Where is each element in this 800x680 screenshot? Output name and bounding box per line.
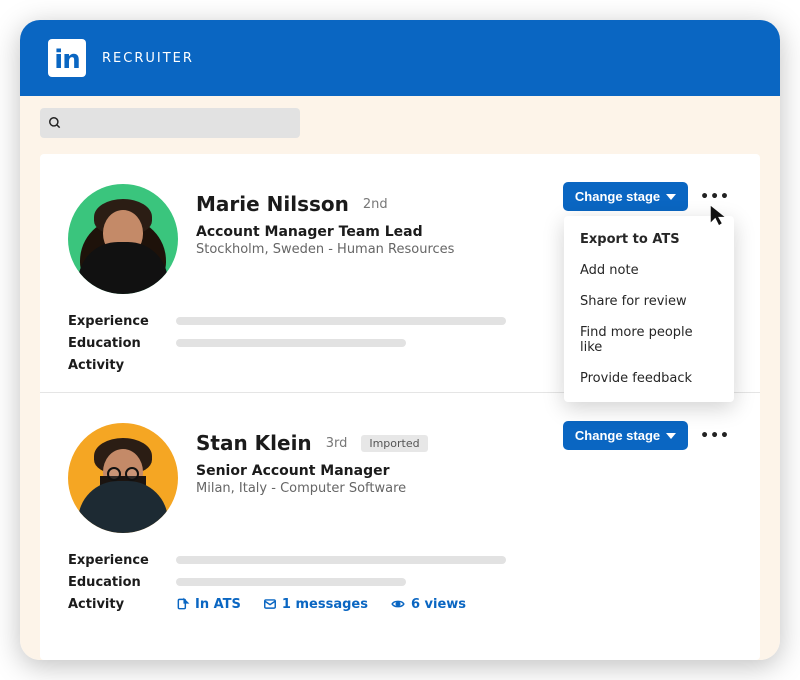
section-label-activity: Activity [68,597,158,612]
connection-degree: 3rd [326,436,348,451]
dropdown-item-find-more[interactable]: Find more people like [564,317,734,363]
header: in RECRUITER [20,20,780,96]
dropdown-item-add-note[interactable]: Add note [564,255,734,286]
avatar [68,184,178,294]
dropdown-item-feedback[interactable]: Provide feedback [564,363,734,394]
skeleton-bar [176,578,406,586]
eye-icon [390,597,406,611]
search-input[interactable] [40,108,300,138]
activity-views-link[interactable]: 6 views [390,597,466,612]
change-stage-label: Change stage [575,189,660,204]
chevron-down-icon [666,433,676,439]
body: Change stage ••• Export to ATS Add note … [20,96,780,660]
activity-in-ats-link[interactable]: In ATS [176,597,241,612]
candidates-list: Change stage ••• Export to ATS Add note … [40,154,760,660]
candidate-name: Marie Nilsson [196,192,349,216]
change-stage-button[interactable]: Change stage [563,182,688,211]
ats-icon [176,597,190,611]
skeleton-bar [176,556,506,564]
more-options-dropdown: Export to ATS Add note Share for review … [564,216,734,402]
skeleton-bar [176,317,506,325]
change-stage-label: Change stage [575,428,660,443]
mail-icon [263,597,277,611]
linkedin-logo-icon: in [48,39,86,77]
app-window: in RECRUITER Change stage ••• [20,20,780,660]
chevron-down-icon [666,194,676,200]
change-stage-button[interactable]: Change stage [563,421,688,450]
candidate-card: Change stage ••• Export to ATS Add note … [40,154,760,393]
avatar [68,423,178,533]
search-icon [48,116,62,130]
dropdown-item-share-review[interactable]: Share for review [564,286,734,317]
section-label-experience: Experience [68,314,158,329]
section-label-education: Education [68,575,158,590]
candidate-name: Stan Klein [196,431,312,455]
section-label-experience: Experience [68,553,158,568]
candidate-card: Change stage ••• Stan [40,393,760,631]
connection-degree: 2nd [363,197,388,212]
section-label-education: Education [68,336,158,351]
more-options-button[interactable]: ••• [698,424,732,448]
candidate-subtitle: Milan, Italy - Computer Software [196,481,732,496]
skeleton-bar [176,339,406,347]
header-title: RECRUITER [102,51,194,66]
activity-messages-link[interactable]: 1 messages [263,597,368,612]
imported-badge: Imported [361,435,427,452]
cursor-icon [708,204,730,226]
dropdown-item-export-ats[interactable]: Export to ATS [564,224,734,255]
candidate-title: Senior Account Manager [196,463,732,479]
section-label-activity: Activity [68,358,158,373]
